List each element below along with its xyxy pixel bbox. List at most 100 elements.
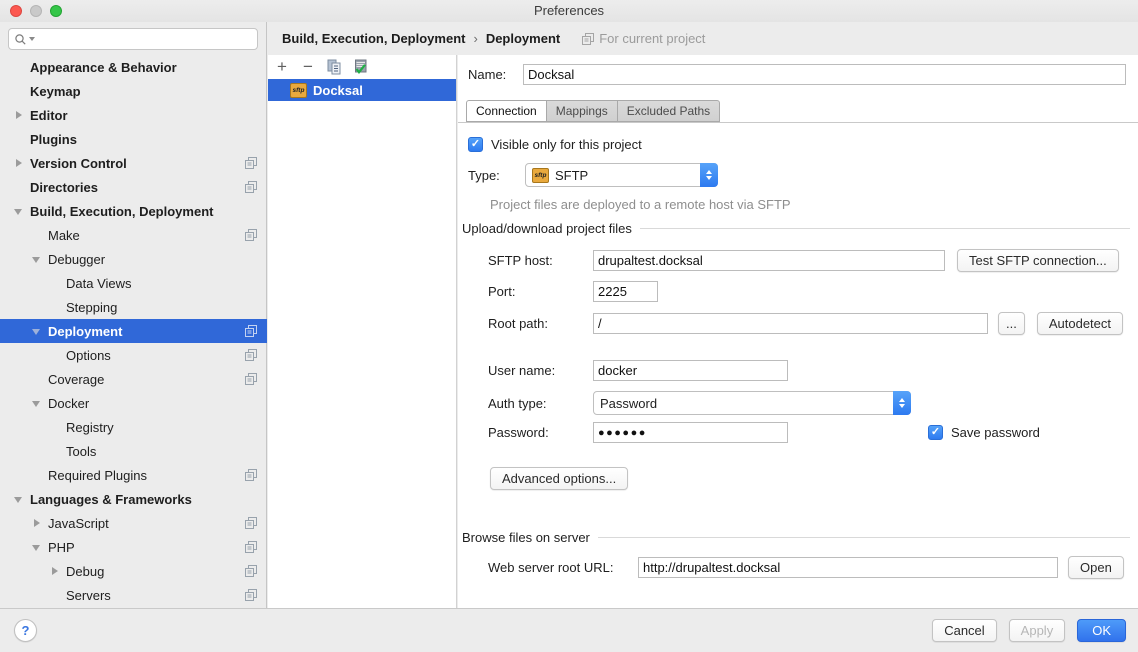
user-name-field[interactable] [593, 360, 788, 381]
advanced-options-button[interactable]: Advanced options... [490, 467, 628, 490]
sidebar-item-debug[interactable]: Debug [0, 559, 267, 583]
tab-mappings[interactable]: Mappings [546, 100, 618, 122]
sidebar-item-coverage[interactable]: Coverage [0, 367, 267, 391]
sidebar-item-label: Plugins [30, 132, 77, 147]
scope-label: For current project [599, 31, 705, 46]
sidebar-item-label: Version Control [30, 156, 127, 171]
per-project-icon [245, 589, 257, 601]
sidebar-item-keymap[interactable]: Keymap [0, 79, 267, 103]
dropdown-stepper-icon[interactable] [893, 391, 911, 415]
settings-sidebar: Appearance & Behavior Keymap Editor Plugins… [0, 22, 267, 608]
search-options-caret-icon[interactable] [29, 37, 35, 41]
sidebar-item-docker[interactable]: Docker [0, 391, 267, 415]
tab-connection[interactable]: Connection [466, 100, 547, 122]
open-url-button[interactable]: Open [1068, 556, 1124, 579]
sidebar-item-make[interactable]: Make [0, 223, 267, 247]
sidebar-item-php[interactable]: PHP [0, 535, 267, 559]
name-label: Name: [468, 67, 523, 82]
sidebar-item-stepping[interactable]: Stepping [0, 295, 267, 319]
chevron-down-icon[interactable] [30, 391, 46, 415]
chevron-right-icon[interactable] [12, 103, 28, 127]
per-project-icon [245, 325, 257, 337]
autodetect-button[interactable]: Autodetect [1037, 312, 1123, 335]
auth-type-dropdown[interactable]: Password [593, 391, 911, 415]
chevron-down-icon[interactable] [30, 247, 46, 271]
sidebar-item-build-execution-deployment[interactable]: Build, Execution, Deployment [0, 199, 267, 223]
sftp-host-field[interactable] [593, 250, 945, 271]
per-project-icon [245, 469, 257, 481]
sidebar-item-directories[interactable]: Directories [0, 175, 267, 199]
password-field[interactable] [593, 422, 788, 443]
sidebar-item-appearance-behavior[interactable]: Appearance & Behavior [0, 55, 267, 79]
browse-section-header: Browse files on server [462, 530, 1130, 545]
chevron-down-icon[interactable] [30, 319, 46, 343]
sidebar-item-javascript[interactable]: JavaScript [0, 511, 267, 535]
tab-bar: ConnectionMappingsExcluded Paths [466, 100, 720, 122]
sidebar-item-required-plugins[interactable]: Required Plugins [0, 463, 267, 487]
sidebar-item-deployment[interactable]: Deployment [0, 319, 267, 343]
port-label: Port: [488, 284, 593, 299]
port-field[interactable] [593, 281, 658, 302]
ok-button[interactable]: OK [1077, 619, 1126, 642]
set-default-icon[interactable] [352, 59, 368, 75]
server-name-label: Docksal [313, 83, 363, 98]
per-project-icon [245, 229, 257, 241]
sidebar-item-label: Keymap [30, 84, 81, 99]
chevron-down-icon[interactable] [12, 487, 28, 511]
browse-root-path-button[interactable]: ... [998, 312, 1025, 335]
sidebar-item-data-views[interactable]: Data Views [0, 271, 267, 295]
sidebar-item-debugger[interactable]: Debugger [0, 247, 267, 271]
chevron-right-icon[interactable] [30, 511, 46, 535]
sidebar-item-label: Make [48, 228, 80, 243]
breadcrumb-separator: › [465, 31, 485, 46]
sidebar-item-options[interactable]: Options [0, 343, 267, 367]
footer-buttons: Cancel Apply OK [932, 619, 1126, 642]
sidebar-item-languages-frameworks[interactable]: Languages & Frameworks [0, 487, 267, 511]
search-icon [14, 33, 27, 46]
per-project-icon [245, 157, 257, 169]
help-button[interactable]: ? [14, 619, 37, 642]
chevron-down-icon[interactable] [12, 199, 28, 223]
per-project-icon [245, 373, 257, 385]
tab-excluded-paths[interactable]: Excluded Paths [617, 100, 720, 122]
sidebar-item-label: Stepping [66, 300, 117, 315]
name-field[interactable] [523, 64, 1126, 85]
sftp-icon: sftp [290, 83, 307, 98]
dropdown-stepper-icon[interactable] [700, 163, 718, 187]
tree-indent-spacer [30, 367, 46, 391]
save-password-label: Save password [951, 425, 1040, 440]
apply-button[interactable]: Apply [1009, 619, 1066, 642]
root-path-label: Root path: [488, 316, 593, 331]
sidebar-item-plugins[interactable]: Plugins [0, 127, 267, 151]
chevron-down-icon[interactable] [30, 535, 46, 559]
breadcrumb-parent[interactable]: Build, Execution, Deployment [282, 31, 465, 46]
sidebar-item-version-control[interactable]: Version Control [0, 151, 267, 175]
cancel-button[interactable]: Cancel [932, 619, 996, 642]
sidebar-item-tools[interactable]: Tools [0, 439, 267, 463]
remove-icon[interactable]: − [300, 59, 316, 75]
breadcrumb-current: Deployment [486, 31, 560, 46]
root-path-field[interactable] [593, 313, 988, 334]
sidebar-item-label: Servers [66, 588, 111, 603]
per-project-icon [245, 541, 257, 553]
sidebar-item-registry[interactable]: Registry [0, 415, 267, 439]
web-root-field[interactable] [638, 557, 1058, 578]
sftp-icon: sftp [532, 168, 549, 183]
sidebar-item-editor[interactable]: Editor [0, 103, 267, 127]
add-icon[interactable]: + [274, 59, 290, 75]
chevron-right-icon[interactable] [48, 559, 64, 583]
save-password-checkbox[interactable] [928, 425, 943, 440]
sidebar-item-servers[interactable]: Servers [0, 583, 267, 607]
search-input[interactable] [8, 28, 258, 50]
test-sftp-connection-button[interactable]: Test SFTP connection... [957, 249, 1119, 272]
visible-only-checkbox[interactable] [468, 137, 483, 152]
copy-icon[interactable] [326, 59, 342, 75]
server-list-item-docksal[interactable]: sftp Docksal [268, 79, 456, 101]
web-root-label: Web server root URL: [488, 560, 638, 575]
chevron-right-icon[interactable] [12, 151, 28, 175]
sidebar-item-label: Docker [48, 396, 89, 411]
type-dropdown[interactable]: sftp SFTP [525, 163, 718, 187]
tree-indent-spacer [48, 439, 64, 463]
tree-indent-spacer [12, 127, 28, 151]
server-list: sftp Docksal [268, 79, 456, 101]
